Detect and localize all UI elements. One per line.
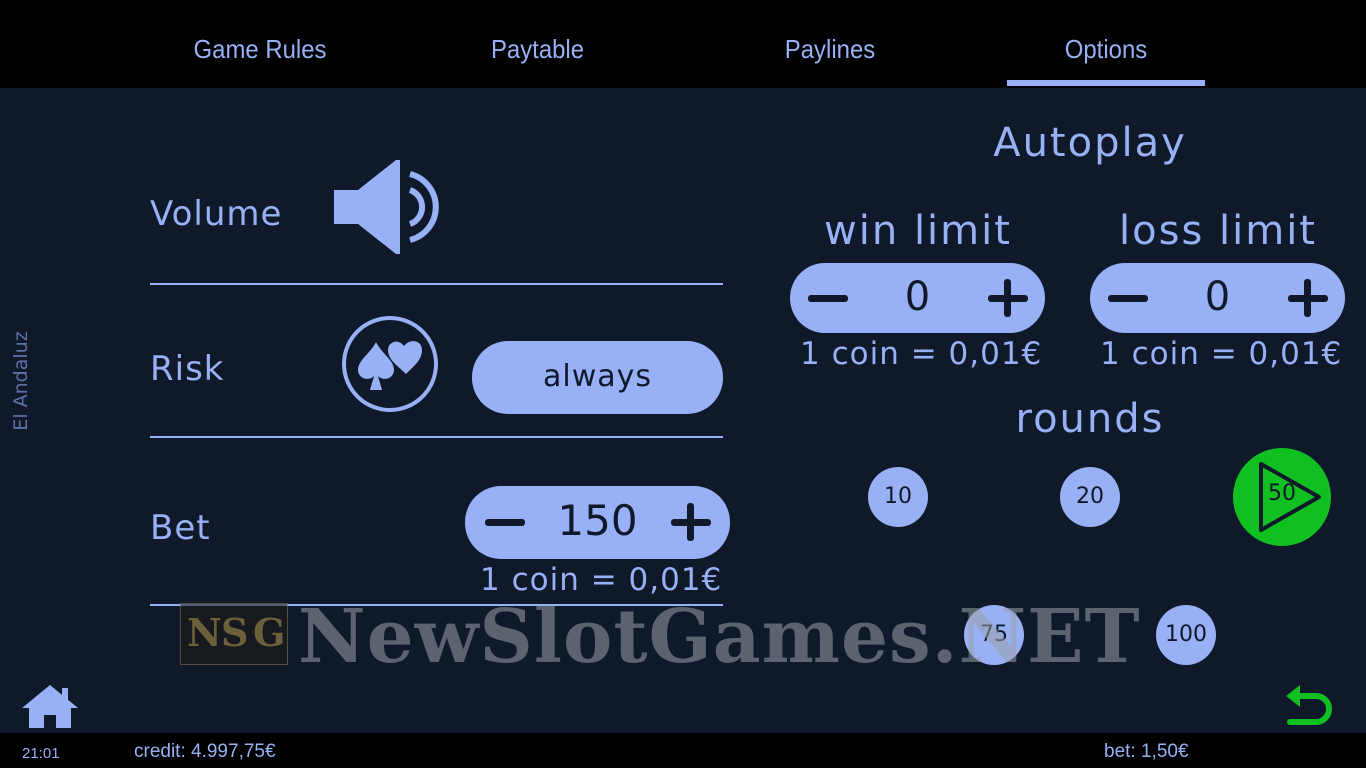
bet-stepper: 150 [465,486,730,559]
win-limit-stepper: 0 [790,263,1045,333]
round-button-20[interactable]: 20 [1060,467,1120,527]
round-button-10[interactable]: 10 [868,467,928,527]
tab-paylines[interactable]: Paylines [752,34,908,74]
round-label-50: 50 [1268,481,1296,506]
round-button-50[interactable]: 50 [1233,448,1331,546]
status-bar: 21:01 credit: 4.997,75€ bet: 1,50€ [0,733,1366,768]
win-limit-label: win limit [824,208,1012,254]
loss-limit-increase-button[interactable] [1286,278,1330,318]
bet-increase-button[interactable] [669,502,713,542]
watermark-text: NewSlotGames.NET [298,594,1141,680]
volume-label: Volume [150,194,283,234]
tab-options[interactable]: Options [1027,34,1185,74]
divider-risk [150,436,723,438]
divider-volume [150,283,723,285]
win-limit-coin-value: 1 coin = 0,01€ [800,336,1043,372]
win-limit-increase-button[interactable] [986,278,1030,318]
watermark-logo: N S G [180,603,288,665]
top-nav: Game Rules Paytable Paylines Options [0,0,1366,88]
loss-limit-label: loss limit [1119,208,1317,254]
active-tab-indicator [1007,80,1205,86]
bet-display: bet: 1,50€ [1104,741,1189,762]
autoplay-title: Autoplay [993,120,1187,166]
credit-display: credit: 4.997,75€ [134,741,276,762]
home-icon[interactable] [20,682,80,730]
speaker-icon[interactable] [330,156,450,258]
watermark: N S G NewSlotGames.NET [180,594,1180,680]
clock: 21:01 [22,745,60,762]
risk-label: Risk [150,349,225,389]
rounds-label: rounds [1015,396,1165,442]
bet-label: Bet [150,508,211,548]
tab-paytable[interactable]: Paytable [457,34,618,74]
tab-game-rules[interactable]: Game Rules [177,34,343,74]
back-arrow-icon[interactable] [1282,682,1336,730]
risk-value: always [542,359,653,394]
risk-dropdown[interactable]: always [472,341,723,414]
game-name-container: El Andaluz [4,320,40,450]
bet-coin-value: 1 coin = 0,01€ [480,562,723,598]
card-suits-icon [340,314,440,414]
game-name: El Andaluz [10,331,32,431]
loss-limit-stepper: 0 [1090,263,1345,333]
loss-limit-coin-value: 1 coin = 0,01€ [1100,336,1343,372]
